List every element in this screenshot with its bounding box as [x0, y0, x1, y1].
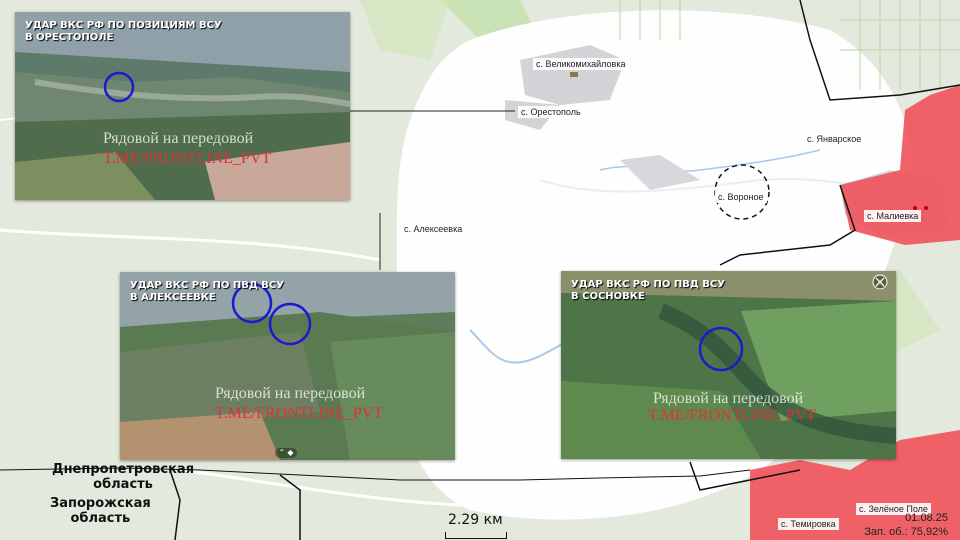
photo-title: УДАР ВКС РФ ПО ПВД ВСУ В АЛЕКСЕЕВКЕ: [130, 280, 284, 303]
settlement-label-malievka: с. Малиевка: [864, 210, 922, 222]
photo-alekseevka[interactable]: УДАР ВКС РФ ПО ПВД ВСУ В АЛЕКСЕЕВКЕ Рядо…: [120, 272, 455, 460]
photo-orestopol[interactable]: УДАР ВКС РФ ПО ПОЗИЦИЯМ ВСУ В ОРЕСТОПОЛЕ…: [15, 12, 350, 200]
settlement-label-yanvarskoe: с. Январское: [804, 133, 865, 145]
photo-sosnovka[interactable]: УДАР ВКС РФ ПО ПВД ВСУ В СОСНОВКЕ Рядово…: [561, 271, 896, 459]
map-info: 01.08.25 Зап. об.: 75,92%: [864, 511, 948, 539]
video-controls-icon[interactable]: ⌃ ◆: [275, 448, 297, 458]
scale-bar: [445, 532, 507, 539]
watermark-text: Рядовой на передовой: [103, 130, 254, 147]
watermark-text: Рядовой на передовой: [653, 390, 804, 407]
map-date: 01.08.25: [905, 512, 948, 524]
watermark-link: T.ME/FRONTLINE_PVT: [103, 150, 272, 167]
photo-title: УДАР ВКС РФ ПО ПВД ВСУ В СОСНОВКЕ: [571, 279, 725, 302]
watermark-link: T.ME/FRONTLINE_PVT: [215, 405, 384, 422]
settlement-label-voronoe: с. Вороное: [715, 191, 767, 203]
settlement-icon: [570, 72, 578, 77]
scale-label: 2.29 км: [448, 512, 503, 528]
settlement-label-alekseevka: с. Алексеевка: [401, 223, 466, 235]
region-label-zaporizhzhia: Запорожская область: [50, 496, 151, 526]
settlement-label-velikomikhailovka: с. Великомихайловка: [533, 58, 629, 70]
settlement-label-temirovka: с. Темировка: [778, 518, 839, 530]
photo-title: УДАР ВКС РФ ПО ПОЗИЦИЯМ ВСУ В ОРЕСТОПОЛЕ: [25, 20, 222, 43]
watermark-text: Рядовой на передовой: [215, 385, 366, 402]
settlement-label-orestopol: с. Орестополь: [518, 106, 584, 118]
occupied-percentage: Зап. об.: 75,92%: [864, 526, 948, 538]
watermark-link: T.ME/FRONTLINE_PVT: [648, 407, 817, 424]
region-label-dnipro: Днепропетровская область: [52, 462, 195, 492]
